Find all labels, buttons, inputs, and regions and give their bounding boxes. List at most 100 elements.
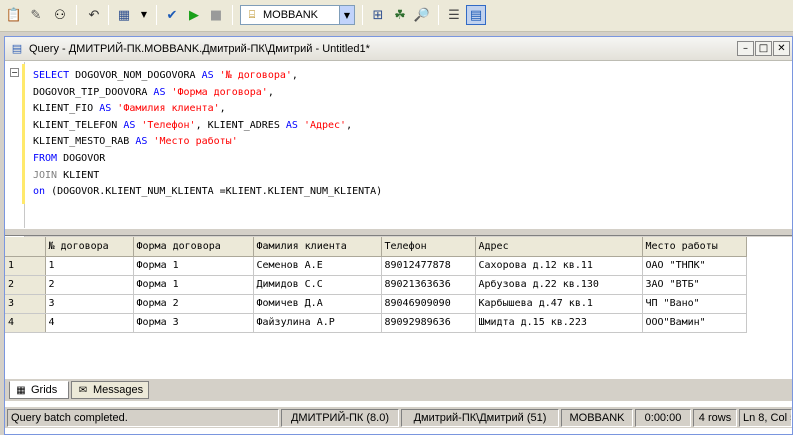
stop-icon[interactable]: ■ bbox=[206, 5, 226, 25]
sql-line[interactable]: KLIENT_TELEFON AS 'Телефон', KLIENT_ADRE… bbox=[33, 118, 382, 135]
execute-icon[interactable]: ▶ bbox=[184, 5, 204, 25]
messages-icon: ✉ bbox=[78, 384, 88, 396]
status-cursor-position: Ln 8, Col 5 bbox=[739, 409, 792, 427]
table-cell[interactable]: ЧП "Вано" bbox=[642, 294, 747, 314]
sql-keyword: AS bbox=[285, 119, 304, 131]
sql-token: KLIENT_FIO bbox=[33, 103, 100, 115]
table-cell[interactable]: Карбышева д.47 кв.1 bbox=[475, 294, 643, 314]
table-cell[interactable]: Форма 2 bbox=[133, 294, 254, 314]
sql-token: DOGOVOR_NOM_DOGOVORA bbox=[75, 70, 202, 81]
table-cell[interactable]: Димидов С.С bbox=[253, 275, 382, 295]
results-header-row: № договора Форма договора Фамилия клиент… bbox=[5, 237, 747, 257]
sql-line[interactable]: DOGOVOR_TIP_DOOVORA AS 'Форма договора', bbox=[33, 85, 382, 102]
close-button[interactable]: ✕ bbox=[773, 41, 790, 56]
maximize-button[interactable]: □ bbox=[755, 41, 772, 56]
table-cell[interactable]: Шмидта д.15 кв.223 bbox=[475, 313, 643, 333]
database-icon: ⌸ bbox=[248, 8, 256, 21]
chevron-down-icon[interactable]: ▼ bbox=[339, 6, 354, 24]
sql-line[interactable]: KLIENT_FIO AS 'Фамилия клиента', bbox=[33, 101, 382, 118]
sql-keyword: AS bbox=[99, 103, 118, 115]
table-cell[interactable]: 89046909090 bbox=[381, 294, 476, 314]
table-cell[interactable]: 3 bbox=[45, 294, 134, 314]
table-cell[interactable]: ЗАО "ВТБ" bbox=[642, 275, 747, 295]
sql-string: '№ договора' bbox=[219, 70, 292, 81]
changed-lines-marker bbox=[22, 64, 25, 204]
row-number[interactable]: 2 bbox=[5, 275, 46, 295]
binoculars-icon[interactable]: ⚇ bbox=[50, 5, 70, 25]
results-to-grid-icon[interactable]: ▤ bbox=[466, 5, 486, 25]
toolbar-separator bbox=[438, 5, 439, 25]
chevron-down-icon[interactable]: ▼ bbox=[134, 5, 154, 25]
table-cell[interactable]: 1 bbox=[45, 256, 134, 276]
query-icon: ▤ bbox=[11, 42, 23, 55]
sql-token: , bbox=[219, 103, 226, 115]
status-bar: Query batch completed. ДМИТРИЙ-ПК (8.0) … bbox=[5, 406, 792, 428]
sql-token: , bbox=[291, 70, 298, 81]
query-options-icon[interactable]: ⊞ bbox=[368, 5, 388, 25]
database-select[interactable]: ⌸ MOBBANK ▼ bbox=[240, 5, 355, 25]
grid-results-icon[interactable]: ▦ bbox=[114, 5, 134, 25]
table-cell[interactable]: 89021363636 bbox=[381, 275, 476, 295]
analyze-icon[interactable]: 🔎 bbox=[412, 5, 432, 25]
column-header[interactable]: Форма договора bbox=[133, 237, 254, 257]
sql-line[interactable]: on (DOGOVOR.KLIENT_NUM_KLIENTA =KLIENT.K… bbox=[33, 184, 382, 201]
sql-keyword: FROM bbox=[33, 152, 64, 164]
pane-splitter[interactable] bbox=[5, 228, 792, 236]
collapse-icon[interactable]: − bbox=[10, 68, 19, 77]
status-user: Дмитрий-ПК\Дмитрий (51) bbox=[401, 409, 559, 427]
sql-code[interactable]: SELECT DOGOVOR_NOM_DOGOVORA AS '№ догово… bbox=[33, 68, 382, 201]
table-cell[interactable]: Файзулина А.Р bbox=[253, 313, 382, 333]
sql-token: KLIENT_MESTO_RAB bbox=[33, 136, 136, 148]
sql-line[interactable]: FROM DOGOVOR bbox=[33, 151, 382, 168]
sql-line[interactable]: SELECT DOGOVOR_NOM_DOGOVORA AS '№ догово… bbox=[33, 68, 382, 85]
row-number[interactable]: 4 bbox=[5, 313, 46, 333]
sql-token: (DOGOVOR.KLIENT_NUM_KLIENTA =KLIENT.KLIE… bbox=[51, 186, 383, 198]
table-cell[interactable]: 89092989636 bbox=[381, 313, 476, 333]
sql-line[interactable]: JOIN KLIENT bbox=[33, 168, 382, 185]
table-row[interactable]: 4 4 Форма 3 Файзулина А.Р 89092989636 Шм… bbox=[5, 313, 747, 333]
table-cell[interactable]: ООО"Вамин" bbox=[642, 313, 747, 333]
sql-editor[interactable]: − SELECT DOGOVOR_NOM_DOGOVORA AS '№ дого… bbox=[5, 62, 792, 252]
edit-icon[interactable]: ✎ bbox=[26, 5, 46, 25]
table-cell[interactable]: Форма 1 bbox=[133, 256, 254, 276]
sql-string: 'Фамилия клиента' bbox=[117, 103, 220, 115]
table-cell[interactable]: Форма 1 bbox=[133, 275, 254, 295]
query-window-title: Query - ДМИТРИЙ-ПК.MOBBANK.Дмитрий-ПК\Дм… bbox=[29, 42, 370, 55]
status-message: Query batch completed. bbox=[7, 409, 279, 427]
column-header[interactable]: Место работы bbox=[642, 237, 747, 257]
minimize-button[interactable]: – bbox=[737, 41, 754, 56]
table-row[interactable]: 2 2 Форма 1 Димидов С.С 89021363636 Арбу… bbox=[5, 275, 747, 295]
tab-grids-label: Grids bbox=[31, 384, 58, 396]
table-cell[interactable]: Форма 3 bbox=[133, 313, 254, 333]
column-header[interactable]: № договора bbox=[45, 237, 134, 257]
table-cell[interactable]: 2 bbox=[45, 275, 134, 295]
properties-icon[interactable]: ☰ bbox=[444, 5, 464, 25]
tab-messages-label: Messages bbox=[93, 384, 144, 396]
table-row[interactable]: 1 1 Форма 1 Семенов А.Е 89012477878 Сахо… bbox=[5, 256, 747, 276]
toolbar-separator bbox=[76, 5, 77, 25]
column-header[interactable]: Телефон bbox=[381, 237, 476, 257]
column-header[interactable]: Адрес bbox=[475, 237, 643, 257]
parse-check-icon[interactable]: ✔ bbox=[162, 5, 182, 25]
clipboard-icon[interactable]: 📋 bbox=[4, 5, 24, 25]
results-grid[interactable]: № договора Форма договора Фамилия клиент… bbox=[5, 237, 792, 379]
sql-keyword: SELECT bbox=[33, 70, 76, 81]
table-cell[interactable]: ОАО "ТНПК" bbox=[642, 256, 747, 276]
grid-icon: ▦ bbox=[16, 384, 26, 396]
tab-messages[interactable]: ✉ Messages bbox=[71, 381, 149, 399]
toolbar-separator bbox=[156, 5, 157, 25]
row-number[interactable]: 1 bbox=[5, 256, 46, 276]
undo-icon[interactable]: ↶ bbox=[84, 5, 104, 25]
table-cell[interactable]: Сахорова д.12 кв.11 bbox=[475, 256, 643, 276]
sql-line[interactable]: KLIENT_MESTO_RAB AS 'Место работы' bbox=[33, 134, 382, 151]
table-cell[interactable]: Арбузова д.22 кв.130 bbox=[475, 275, 643, 295]
table-row[interactable]: 3 3 Форма 2 Фомичев Д.А 89046909090 Карб… bbox=[5, 294, 747, 314]
column-header[interactable]: Фамилия клиента bbox=[253, 237, 382, 257]
display-plan-icon[interactable]: ☘ bbox=[390, 5, 410, 25]
table-cell[interactable]: Фомичев Д.А bbox=[253, 294, 382, 314]
tab-grids[interactable]: ▦ Grids bbox=[9, 381, 69, 399]
table-cell[interactable]: 4 bbox=[45, 313, 134, 333]
table-cell[interactable]: 89012477878 bbox=[381, 256, 476, 276]
row-number[interactable]: 3 bbox=[5, 294, 46, 314]
table-cell[interactable]: Семенов А.Е bbox=[253, 256, 382, 276]
